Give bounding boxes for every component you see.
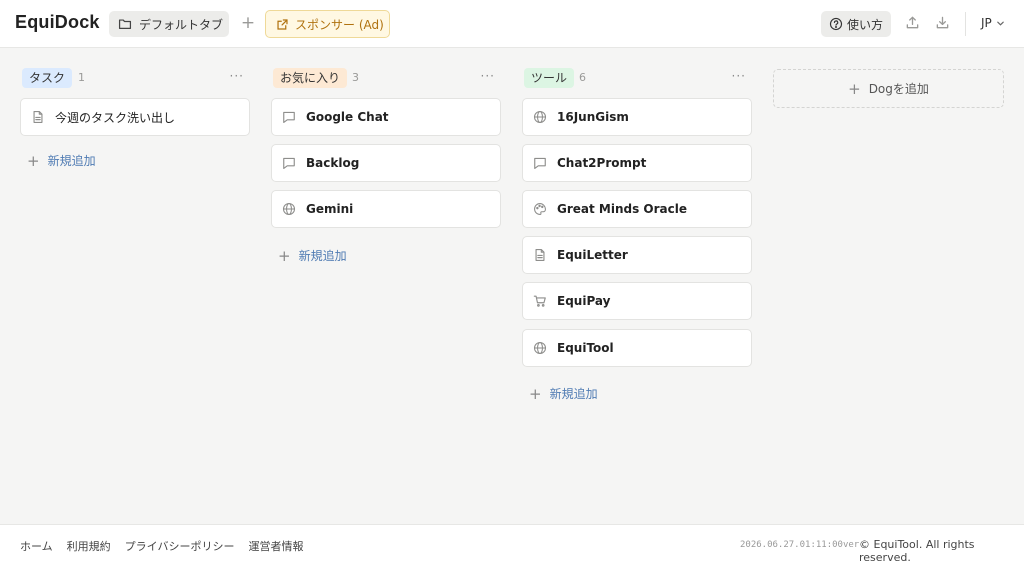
card-item[interactable]: Google Chat [271, 98, 501, 136]
column-count: 6 [579, 71, 586, 84]
column-count: 3 [352, 71, 359, 84]
add-new-button[interactable]: + 新規追加 [27, 152, 96, 169]
external-link-icon [276, 18, 289, 31]
card-label: 今週のタスク洗い出し [55, 110, 176, 125]
globe-icon [282, 202, 296, 216]
card-item[interactable]: EquiTool [522, 329, 752, 367]
column-menu-button[interactable]: ··· [230, 69, 244, 83]
column-menu-button[interactable]: ··· [481, 69, 495, 83]
tab-default[interactable]: デフォルトタブ [109, 11, 229, 37]
sponsor-tab[interactable]: スポンサー (Ad) [265, 10, 390, 38]
add-tab-button[interactable]: + [239, 12, 257, 34]
card-item[interactable]: EquiPay [522, 282, 752, 320]
add-new-label: 新規追加 [549, 387, 598, 401]
upload-icon[interactable] [905, 15, 921, 31]
language-selector[interactable]: JP [981, 16, 1005, 30]
card-label: Great Minds Oracle [557, 202, 688, 216]
card-label: EquiPay [557, 294, 611, 308]
version-label: 2026.06.27.01:11:00ver [740, 540, 860, 550]
chevron-down-icon [996, 19, 1005, 28]
question-circle-icon [829, 17, 843, 31]
footer-link-home[interactable]: ホーム [20, 538, 53, 554]
add-dog-button[interactable]: + Dogを追加 [773, 69, 1004, 108]
document-icon [533, 248, 547, 262]
help-button[interactable]: 使い方 [821, 11, 891, 37]
add-new-label: 新規追加 [298, 249, 347, 263]
top-header: EquiDock デフォルトタブ + スポンサー (Ad) 使い方 JP [0, 0, 1024, 48]
plus-icon: + [278, 246, 291, 265]
column-favorites: お気に入り 3 ··· Google Chat Backlog Gemini +… [271, 66, 501, 263]
column-header: ツール 6 ··· [522, 66, 752, 90]
column-tools: ツール 6 ··· 16JunGism Chat2Prompt Great Mi… [522, 66, 752, 401]
card-item[interactable]: 今週のタスク洗い出し [20, 98, 250, 136]
add-new-label: 新規追加 [47, 154, 96, 168]
add-dog-label: Dogを追加 [868, 82, 929, 96]
card-label: Gemini [306, 202, 354, 216]
plus-icon: + [848, 79, 861, 98]
column-header: お気に入り 3 ··· [271, 66, 501, 90]
language-label: JP [981, 16, 992, 30]
add-new-button[interactable]: + 新規追加 [278, 247, 347, 264]
globe-icon [533, 110, 547, 124]
column-menu-button[interactable]: ··· [732, 69, 746, 83]
card-label: Backlog [306, 156, 360, 170]
card-item[interactable]: 16JunGism [522, 98, 752, 136]
column-title[interactable]: タスク [22, 68, 73, 88]
globe-icon [533, 341, 547, 355]
column-tasks: タスク 1 ··· 今週のタスク洗い出し + 新規追加 [20, 66, 250, 168]
column-header: タスク 1 ··· [20, 66, 250, 90]
footer: ホーム 利用規約 プライバシーポリシー 運営者情報 2026.06.27.01:… [0, 524, 1024, 564]
chat-icon [282, 156, 296, 170]
column-title[interactable]: ツール [524, 68, 575, 88]
column-count: 1 [78, 71, 85, 84]
chat-icon [533, 156, 547, 170]
footer-links: ホーム 利用規約 プライバシーポリシー 運営者情報 [20, 538, 303, 554]
card-label: Chat2Prompt [557, 156, 647, 170]
card-label: Google Chat [306, 110, 389, 124]
document-icon [31, 110, 45, 124]
plus-icon: + [529, 384, 542, 403]
card-label: EquiLetter [557, 248, 628, 262]
palette-icon [533, 202, 547, 216]
tab-default-label: デフォルトタブ [139, 17, 224, 32]
add-new-button[interactable]: + 新規追加 [529, 385, 598, 402]
card-item[interactable]: Backlog [271, 144, 501, 182]
chat-icon [282, 110, 296, 124]
card-item[interactable]: Gemini [271, 190, 501, 228]
card-item[interactable]: EquiLetter [522, 236, 752, 274]
help-label: 使い方 [846, 17, 883, 32]
download-icon[interactable] [935, 15, 951, 31]
app-logo[interactable]: EquiDock [15, 12, 100, 33]
footer-link-terms[interactable]: 利用規約 [67, 538, 111, 554]
sponsor-label: スポンサー (Ad) [295, 17, 384, 32]
card-item[interactable]: Chat2Prompt [522, 144, 752, 182]
folder-icon [118, 17, 132, 31]
cart-icon [533, 294, 547, 308]
copyright: © EquiTool. All rights reserved. [859, 538, 975, 564]
column-title[interactable]: お気に入り [273, 68, 348, 88]
card-item[interactable]: Great Minds Oracle [522, 190, 752, 228]
card-label: 16JunGism [557, 110, 629, 124]
footer-link-operator[interactable]: 運営者情報 [248, 538, 303, 554]
footer-link-privacy[interactable]: プライバシーポリシー [125, 538, 235, 554]
plus-icon: + [27, 151, 40, 170]
card-label: EquiTool [557, 341, 614, 355]
header-divider [965, 12, 966, 36]
